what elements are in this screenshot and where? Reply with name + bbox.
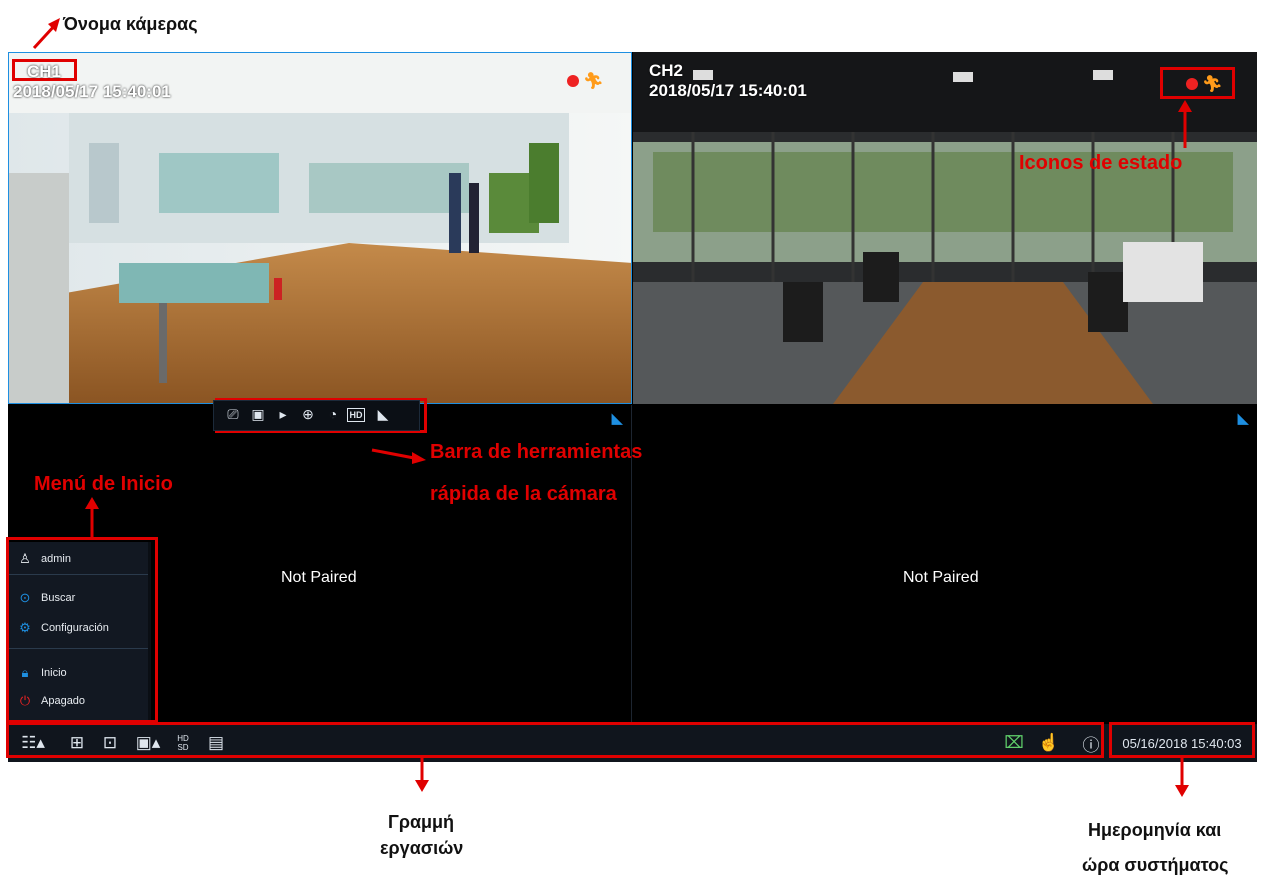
camera-cell-ch4[interactable]: ◣ Not Paired — [633, 405, 1257, 724]
camera-cell-ch2[interactable]: CH2 2018/05/17 15:40:01 🏃︎ Iconos de est… — [633, 52, 1257, 404]
camera-cell-ch1[interactable]: CH1 2018/05/17 15:40:01 🏃︎ — [8, 52, 632, 404]
annotation-datetime-1: Ημερομηνία και — [1088, 820, 1222, 840]
ch2-status-icons: 🏃︎ — [1186, 74, 1222, 94]
ch2-video-image — [633, 52, 1257, 404]
zoom-icon[interactable]: ⊕ — [299, 405, 317, 423]
ch1-name: CH1 — [27, 62, 62, 81]
arrow-quick-toolbar — [371, 448, 426, 464]
annotation-quick-toolbar-1: Barra de herramientas — [430, 441, 643, 463]
ptz-camera-icon[interactable]: ◣ — [374, 405, 392, 423]
annotation-taskbar-1: Γραμμή — [388, 812, 455, 832]
camera-quick-toolbar: ⎚ ▣ ▸ ⊕ ◔ HD ◣ — [213, 400, 420, 431]
annotation-box-datetime — [1109, 722, 1255, 758]
motion-icon: 🏃︎ — [1202, 76, 1223, 93]
arrow-camera-name — [32, 18, 60, 50]
ch2-timestamp: 2018/05/17 15:40:01 — [649, 81, 807, 100]
annotation-camera-name: Όνομα κάμερας — [63, 14, 198, 34]
camera-connect-icon: ◣ — [611, 410, 623, 427]
annotation-taskbar-2: εργασιών — [380, 838, 464, 858]
arrow-taskbar — [415, 756, 429, 792]
camera-connect-icon: ◣ — [1237, 410, 1249, 427]
ch4-not-paired: Not Paired — [903, 569, 979, 586]
annotation-box-taskbar — [6, 722, 1104, 758]
annotation-datetime-2: ώρα συστήματος — [1082, 855, 1229, 875]
snapshot-icon[interactable]: ▣ — [249, 405, 267, 423]
ch1-timestamp: 2018/05/17 15:40:01 — [13, 82, 171, 101]
hd-icon[interactable]: HD — [347, 408, 365, 422]
color-palette-icon[interactable]: ◔ — [324, 405, 342, 423]
arrow-datetime — [1175, 757, 1189, 797]
arrow-status-icons — [1178, 100, 1192, 148]
dvr-screen: CH1 2018/05/17 15:40:01 🏃︎ CH2 2018/05/1… — [6, 52, 1257, 762]
record-dot-icon — [567, 75, 579, 87]
annotation-start-menu: Menú de Inicio — [34, 473, 173, 495]
playback-icon[interactable]: ▸ — [274, 405, 292, 423]
ch2-name: CH2 — [649, 61, 684, 80]
annotation-status-icons: Iconos de estado — [1019, 152, 1183, 174]
annotation-box-start-menu — [6, 537, 158, 723]
arrow-start-menu — [85, 497, 99, 537]
record-dot-icon — [1186, 78, 1198, 90]
record-camera-icon[interactable]: ⎚ — [224, 405, 242, 423]
ch1-video-image — [9, 53, 631, 403]
ch1-status-icons: 🏃︎ — [567, 71, 603, 91]
ch3-not-paired: Not Paired — [281, 569, 357, 586]
motion-icon: 🏃︎ — [583, 73, 604, 90]
annotation-quick-toolbar-2: rápida de la cámara — [430, 483, 617, 505]
